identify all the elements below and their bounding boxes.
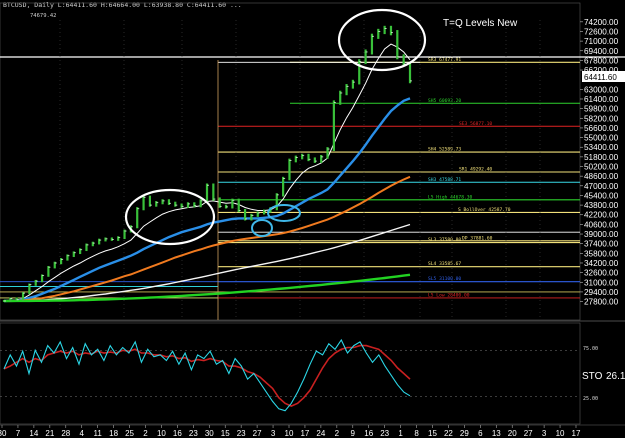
level-label-1: SH5 60693.20 xyxy=(428,98,461,104)
date-tick-label-20: 24 xyxy=(316,429,325,438)
price-tick-label-1: 72600.00 xyxy=(584,27,619,36)
price-tick-label-16: 48600.00 xyxy=(584,172,619,181)
date-tick-label-8: 25 xyxy=(125,429,134,438)
price-tick-label-13: 53400.00 xyxy=(584,143,619,152)
date-tick-label-28: 22 xyxy=(444,429,453,438)
price-chart: BTCUSD, Daily L:64411.60 H:64664.00 L:63… xyxy=(0,0,625,438)
date-tick-label-10: 10 xyxy=(157,429,166,438)
level-label-2: SE3 56877.10 xyxy=(459,121,492,127)
price-tick-label-22: 39000.00 xyxy=(584,230,619,239)
level-label-11: SL5 31100.00 xyxy=(428,276,461,282)
price-tick-label-25: 34200.00 xyxy=(584,259,619,268)
date-tick-label-2: 14 xyxy=(29,429,38,438)
date-tick-label-16: 27 xyxy=(253,429,262,438)
date-tick-label-19: 17 xyxy=(300,429,309,438)
date-tick-label-9: 2 xyxy=(143,429,148,438)
date-tick-label-26: 8 xyxy=(414,429,419,438)
date-tick-label-33: 27 xyxy=(524,429,533,438)
date-tick-label-14: 15 xyxy=(221,429,230,438)
indicator-title: T=Q Levels New xyxy=(443,18,518,29)
price-tick-label-27: 31000.00 xyxy=(584,278,619,287)
date-tick-label-24: 23 xyxy=(380,429,389,438)
price-tick-label-3: 69400.00 xyxy=(584,47,619,56)
level-label-12: L5 Low 28400.00 xyxy=(428,292,470,298)
price-tick-label-20: 42200.00 xyxy=(584,211,619,220)
level-label-8: SL3 37580.80 xyxy=(428,237,461,243)
price-tick-label-7: 63000.00 xyxy=(584,85,619,94)
date-tick-label-4: 28 xyxy=(61,429,70,438)
date-tick-label-34: 3 xyxy=(542,429,547,438)
date-tick-label-12: 23 xyxy=(189,429,198,438)
price-tick-label-28: 29400.00 xyxy=(584,288,619,297)
price-tick-label-0: 74200.00 xyxy=(584,18,619,27)
stoch-value: 26.1 xyxy=(606,371,625,382)
level-label-9: DP 37881.60 xyxy=(462,235,493,241)
date-tick-label-13: 30 xyxy=(205,429,214,438)
chart-header: BTCUSD, Daily L:64411.60 H:64664.00 L:63… xyxy=(3,1,242,9)
price-tick-label-23: 37400.00 xyxy=(584,240,619,249)
price-tick-label-18: 45400.00 xyxy=(584,191,619,200)
price-tick-label-11: 56600.00 xyxy=(584,124,619,133)
date-tick-label-35: 10 xyxy=(556,429,565,438)
chart-background xyxy=(0,0,625,438)
date-tick-label-15: 23 xyxy=(237,429,246,438)
stoch-tick-25: 25.00 xyxy=(583,396,598,402)
last-price-label: 64411.60 xyxy=(584,73,617,82)
date-tick-label-31: 13 xyxy=(492,429,501,438)
date-tick-label-22: 9 xyxy=(351,429,356,438)
date-tick-label-21: 2 xyxy=(335,429,340,438)
price-tick-label-24: 35800.00 xyxy=(584,249,619,258)
level-label-10: SL4 33585.67 xyxy=(428,261,461,267)
level-label-5: SH3 47588.71 xyxy=(428,177,461,183)
date-tick-label-1: 7 xyxy=(16,429,21,438)
date-tick-label-6: 11 xyxy=(94,429,103,438)
price-tick-label-4: 67800.00 xyxy=(584,56,619,65)
date-tick-label-7: 18 xyxy=(109,429,118,438)
stoch-label: STO xyxy=(582,371,603,382)
price-tick-label-15: 50200.00 xyxy=(584,163,619,172)
price-tick-label-21: 40600.00 xyxy=(584,220,619,229)
date-tick-label-29: 29 xyxy=(460,429,469,438)
date-tick-label-32: 20 xyxy=(508,429,517,438)
stoch-tick-75: 75.00 xyxy=(583,346,598,352)
date-tick-label-18: 10 xyxy=(285,429,294,438)
date-tick-label-0: 30 xyxy=(0,429,7,438)
price-tick-label-2: 71000.00 xyxy=(584,37,619,46)
price-tick-label-14: 51800.00 xyxy=(584,153,619,162)
price-axis: 74200.0072600.0071000.0069400.0067800.00… xyxy=(580,18,619,307)
level-label-0: SR3 67477.91 xyxy=(428,57,461,63)
date-tick-label-11: 16 xyxy=(173,429,182,438)
level-label-4: SR1 49292.40 xyxy=(459,166,492,172)
date-tick-label-25: 1 xyxy=(398,429,403,438)
price-tick-label-9: 59800.00 xyxy=(584,105,619,114)
date-tick-label-23: 16 xyxy=(364,429,373,438)
date-tick-label-30: 6 xyxy=(478,429,483,438)
level-label-6: L5 High 44678.30 xyxy=(428,194,472,200)
level-label-3: SH4 52589.73 xyxy=(428,147,461,153)
level-label-7: S BollOver 42587.70 xyxy=(458,207,511,213)
price-tick-label-26: 32600.00 xyxy=(584,269,619,278)
price-tick-label-19: 43800.00 xyxy=(584,201,619,210)
date-tick-label-5: 4 xyxy=(79,429,84,438)
chart-subheader: 74679.42 xyxy=(30,13,57,19)
price-tick-label-8: 61400.00 xyxy=(584,95,619,104)
date-tick-label-17: 3 xyxy=(271,429,276,438)
date-tick-label-36: 17 xyxy=(572,429,581,438)
date-tick-label-27: 15 xyxy=(428,429,437,438)
price-tick-label-29: 27800.00 xyxy=(584,298,619,307)
price-tick-label-12: 55000.00 xyxy=(584,134,619,143)
date-tick-label-3: 21 xyxy=(45,429,54,438)
price-tick-label-17: 47000.00 xyxy=(584,182,619,191)
price-tick-label-10: 58200.00 xyxy=(584,114,619,123)
